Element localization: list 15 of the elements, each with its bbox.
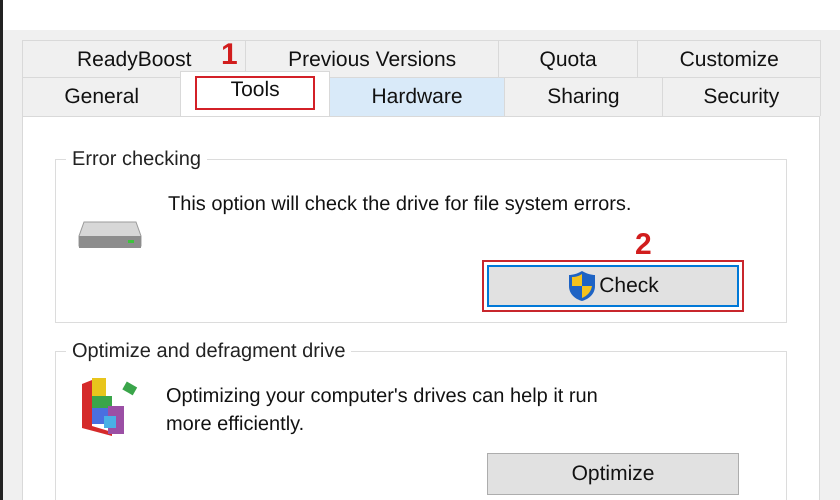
group-title: Optimize and defragment drive (66, 340, 352, 363)
tab[interactable]: General (22, 77, 182, 116)
check-button[interactable]: Check (487, 265, 739, 307)
description: Optimizing your computer's drives can help it run more efficiently. (166, 384, 599, 437)
tab[interactable]: Customize (637, 40, 821, 79)
description: This option will check the drive for file system errors. (168, 192, 632, 217)
tab[interactable]: Hardware (328, 77, 506, 116)
annotation-number: 2 (635, 228, 652, 262)
tab[interactable]: Tools (180, 71, 330, 116)
annotation-number: 1 (221, 38, 238, 72)
group-title: Error checking (66, 148, 207, 171)
drive-icon (78, 220, 142, 250)
optimize-button[interactable]: Optimize (487, 453, 739, 495)
shield-icon (567, 270, 598, 302)
tab[interactable]: Security (662, 77, 821, 116)
